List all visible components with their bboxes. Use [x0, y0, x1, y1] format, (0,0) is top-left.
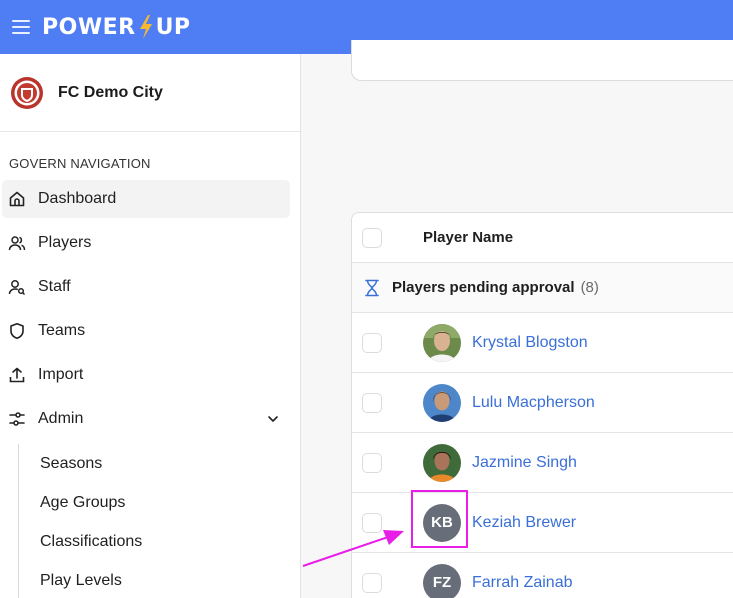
sidebar: FC Demo City GOVERN NAVIGATION Dashboard… — [0, 54, 301, 598]
player-name-link[interactable]: Jazmine Singh — [472, 454, 577, 472]
sidebar-item-label: Import — [38, 366, 84, 383]
player-photo-icon — [423, 323, 461, 362]
avatar — [423, 323, 461, 362]
group-row-pending[interactable]: Players pending approval (8) — [352, 263, 733, 313]
app-logo[interactable]: POWER UP — [42, 14, 191, 40]
player-name-link[interactable]: Krystal Blogston — [472, 334, 588, 352]
column-header-player-name[interactable]: Player Name — [423, 229, 513, 246]
sidebar-subitem-classifications[interactable]: Classifications — [19, 522, 300, 561]
upload-icon — [9, 367, 25, 383]
player-photo-icon — [423, 443, 461, 482]
row-checkbox[interactable] — [362, 512, 382, 533]
club-name: FC Demo City — [58, 83, 163, 101]
sidebar-item-teams[interactable]: Teams — [2, 312, 290, 350]
lightning-bolt-icon — [139, 15, 152, 39]
annotation-highlight-box — [411, 490, 468, 548]
sidebar-item-label: Players — [38, 234, 92, 251]
sidebar-item-dashboard[interactable]: Dashboard — [2, 180, 290, 218]
logo-text-right: UP — [155, 14, 191, 40]
hourglass-icon — [365, 279, 379, 297]
avatar — [423, 443, 461, 482]
avatar: FZ — [423, 563, 461, 598]
sliders-icon — [9, 412, 25, 426]
nav-section-title: GOVERN NAVIGATION — [9, 156, 151, 171]
admin-submenu: Seasons Age Groups Classifications Play … — [18, 444, 300, 598]
row-checkbox[interactable] — [362, 392, 382, 413]
sidebar-item-import[interactable]: Import — [2, 356, 290, 394]
avatar — [423, 383, 461, 422]
user-search-icon — [8, 280, 26, 296]
player-photo-icon — [423, 383, 461, 422]
row-checkbox[interactable] — [362, 572, 382, 593]
content-card — [351, 40, 733, 81]
table-row[interactable]: KB Keziah Brewer — [352, 493, 733, 553]
sidebar-subitem-seasons[interactable]: Seasons — [19, 444, 300, 483]
select-all-checkbox[interactable] — [362, 227, 382, 248]
users-icon — [8, 236, 26, 251]
home-icon — [9, 191, 25, 207]
sidebar-item-label: Admin — [38, 410, 84, 427]
club-header[interactable]: FC Demo City — [0, 54, 300, 132]
sidebar-item-staff[interactable]: Staff — [2, 268, 290, 306]
sidebar-item-players[interactable]: Players — [2, 224, 290, 262]
players-table: Player Name Players pending approval (8) … — [351, 212, 733, 598]
table-row[interactable]: Krystal Blogston — [352, 313, 733, 373]
sidebar-subitem-age-groups[interactable]: Age Groups — [19, 483, 300, 522]
row-checkbox[interactable] — [362, 452, 382, 473]
table-row[interactable]: FZ Farrah Zainab — [352, 553, 733, 598]
row-checkbox[interactable] — [362, 332, 382, 353]
chevron-down-icon[interactable] — [266, 412, 280, 426]
menu-icon[interactable] — [12, 20, 30, 34]
logo-text-left: POWER — [42, 14, 136, 40]
sidebar-item-label: Dashboard — [38, 190, 117, 207]
sidebar-item-label: Teams — [38, 322, 86, 339]
sidebar-item-label: Staff — [38, 278, 71, 295]
table-row[interactable]: Jazmine Singh — [352, 433, 733, 493]
group-count: (8) — [580, 279, 599, 296]
sidebar-subitem-play-levels[interactable]: Play Levels — [19, 561, 300, 598]
group-label-text: Players pending approval — [392, 279, 575, 296]
sidebar-nav: Dashboard Players Staff Teams Import Adm… — [0, 180, 300, 598]
player-name-link[interactable]: Keziah Brewer — [472, 514, 576, 532]
table-row[interactable]: Lulu Macpherson — [352, 373, 733, 433]
shield-icon — [10, 323, 24, 340]
table-header-row: Player Name — [352, 213, 733, 263]
group-label: Players pending approval (8) — [392, 279, 599, 296]
sidebar-item-admin[interactable]: Admin — [2, 400, 290, 438]
player-name-link[interactable]: Lulu Macpherson — [472, 394, 595, 412]
player-name-link[interactable]: Farrah Zainab — [472, 574, 573, 592]
club-crest-icon — [11, 76, 43, 109]
